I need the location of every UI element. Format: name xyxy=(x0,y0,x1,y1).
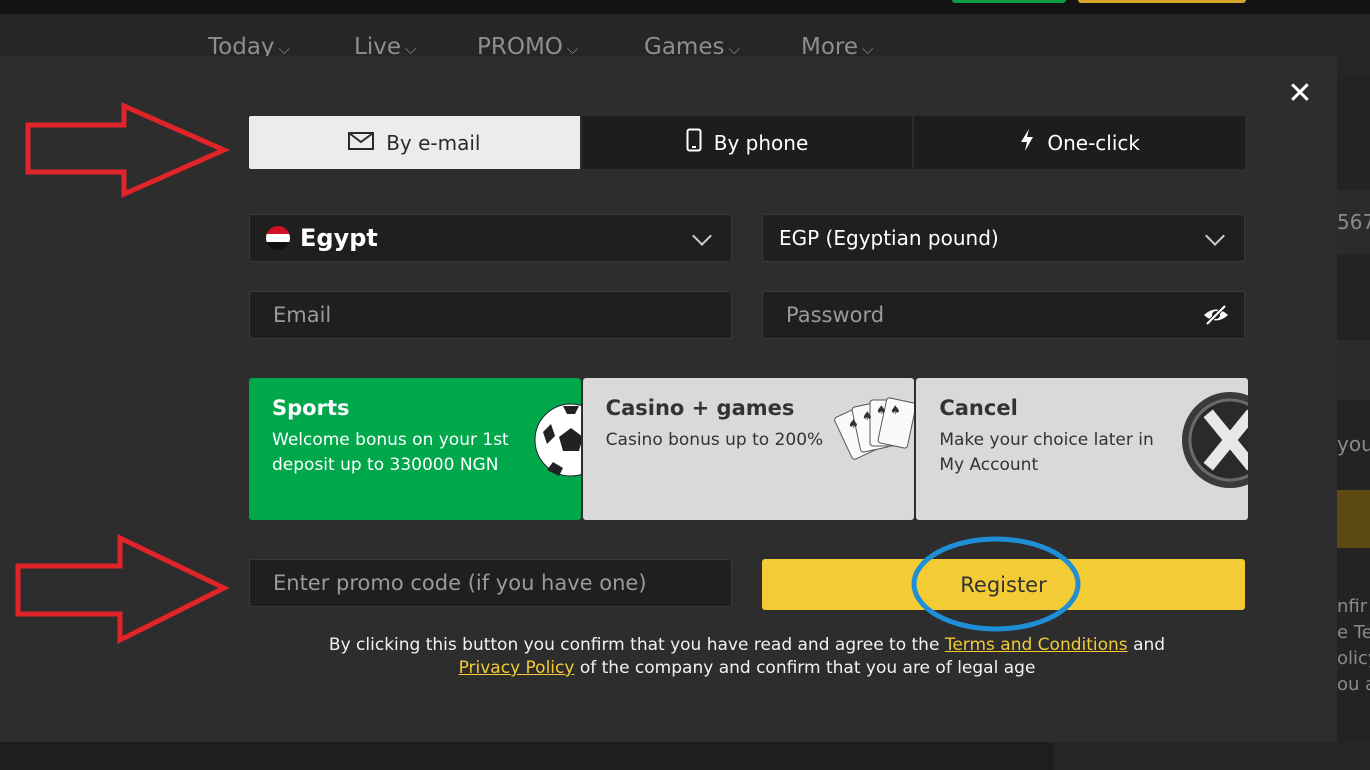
tab-by-phone[interactable]: By phone xyxy=(581,116,913,169)
tab-label: By phone xyxy=(713,130,809,155)
bonus-card-cancel[interactable]: Cancel Make your choice later in My Acco… xyxy=(916,378,1249,520)
svg-text:♠: ♠ xyxy=(876,403,887,417)
registration-tabs: By e-mail By phone One-click xyxy=(249,116,1246,169)
currency-value: EGP (Egyptian pound) xyxy=(779,226,999,250)
country-value: Egypt xyxy=(300,224,378,252)
eye-hidden-icon[interactable] xyxy=(1202,304,1230,330)
country-select[interactable]: Egypt xyxy=(249,214,732,262)
privacy-link[interactable]: Privacy Policy xyxy=(459,658,575,678)
promo-code-input[interactable]: Enter promo code (if you have one) xyxy=(249,559,732,607)
phone-icon xyxy=(686,128,702,157)
promo-placeholder: Enter promo code (if you have one) xyxy=(273,571,647,595)
envelope-icon xyxy=(348,131,375,155)
bg-text: olicy xyxy=(1337,648,1370,669)
bg-text: 567 xyxy=(1337,210,1370,234)
bg-text: e Ter xyxy=(1337,622,1370,643)
card-title: Sports xyxy=(272,396,350,420)
tab-by-email[interactable]: By e-mail xyxy=(249,116,580,169)
chevron-down-icon xyxy=(1205,226,1225,246)
header-green-button[interactable] xyxy=(952,0,1066,3)
close-icon[interactable]: ✕ xyxy=(1282,76,1318,112)
header-yellow-button[interactable] xyxy=(1078,0,1246,3)
password-field[interactable]: Password xyxy=(762,291,1245,339)
cancel-x-icon xyxy=(1182,392,1249,488)
bonus-card-sports[interactable]: Sports Welcome bonus on your 1st deposit… xyxy=(249,378,581,520)
registration-modal: ✕ By e-mail By phone One-click Egypt EGP… xyxy=(0,56,1337,742)
bonus-card-casino[interactable]: Casino + games Casino bonus up to 200% ♠… xyxy=(582,378,915,520)
background-footer-right xyxy=(1054,742,1370,770)
password-placeholder: Password xyxy=(786,303,885,327)
svg-text:♠: ♠ xyxy=(862,409,873,423)
svg-text:♠: ♠ xyxy=(848,417,859,431)
tab-one-click[interactable]: One-click xyxy=(914,116,1246,169)
register-label: Register xyxy=(960,572,1047,597)
card-description: Welcome bonus on your 1st deposit up to … xyxy=(272,430,509,475)
bg-text: you xyxy=(1337,432,1370,456)
currency-select[interactable]: EGP (Egyptian pound) xyxy=(762,214,1245,262)
terms-link[interactable]: Terms and Conditions xyxy=(945,635,1128,655)
svg-text:♠: ♠ xyxy=(890,403,901,417)
lightning-icon xyxy=(1019,128,1035,157)
bonus-options: Sports Welcome bonus on your 1st deposit… xyxy=(249,378,1249,520)
background-right-panel: 567 you nfir e Ter olicy ou a xyxy=(1337,74,1370,770)
bg-text: nfir xyxy=(1337,596,1368,617)
egypt-flag-icon xyxy=(266,226,290,250)
card-description: Casino bonus up to 200% xyxy=(605,430,824,450)
tab-label: By e-mail xyxy=(386,130,481,155)
disclaimer-text: and xyxy=(1127,635,1166,655)
soccer-ball-icon xyxy=(534,403,581,477)
card-description: Make your choice later in My Account xyxy=(939,430,1154,475)
bg-text: ou a xyxy=(1337,674,1370,695)
email-placeholder: Email xyxy=(273,303,332,327)
disclaimer-text: of the company and confirm that you are … xyxy=(574,658,1036,678)
playing-cards-icon: ♠ ♠ ♠ ♠ xyxy=(834,397,915,460)
bg-yellow-button xyxy=(1337,490,1370,548)
chevron-down-icon xyxy=(692,226,712,246)
disclaimer-text: By clicking this button you confirm that… xyxy=(328,635,945,655)
legal-disclaimer: By clicking this button you confirm that… xyxy=(249,634,1245,680)
register-button[interactable]: Register xyxy=(762,559,1245,610)
tab-label: One-click xyxy=(1047,130,1140,155)
email-field[interactable]: Email xyxy=(249,291,732,339)
